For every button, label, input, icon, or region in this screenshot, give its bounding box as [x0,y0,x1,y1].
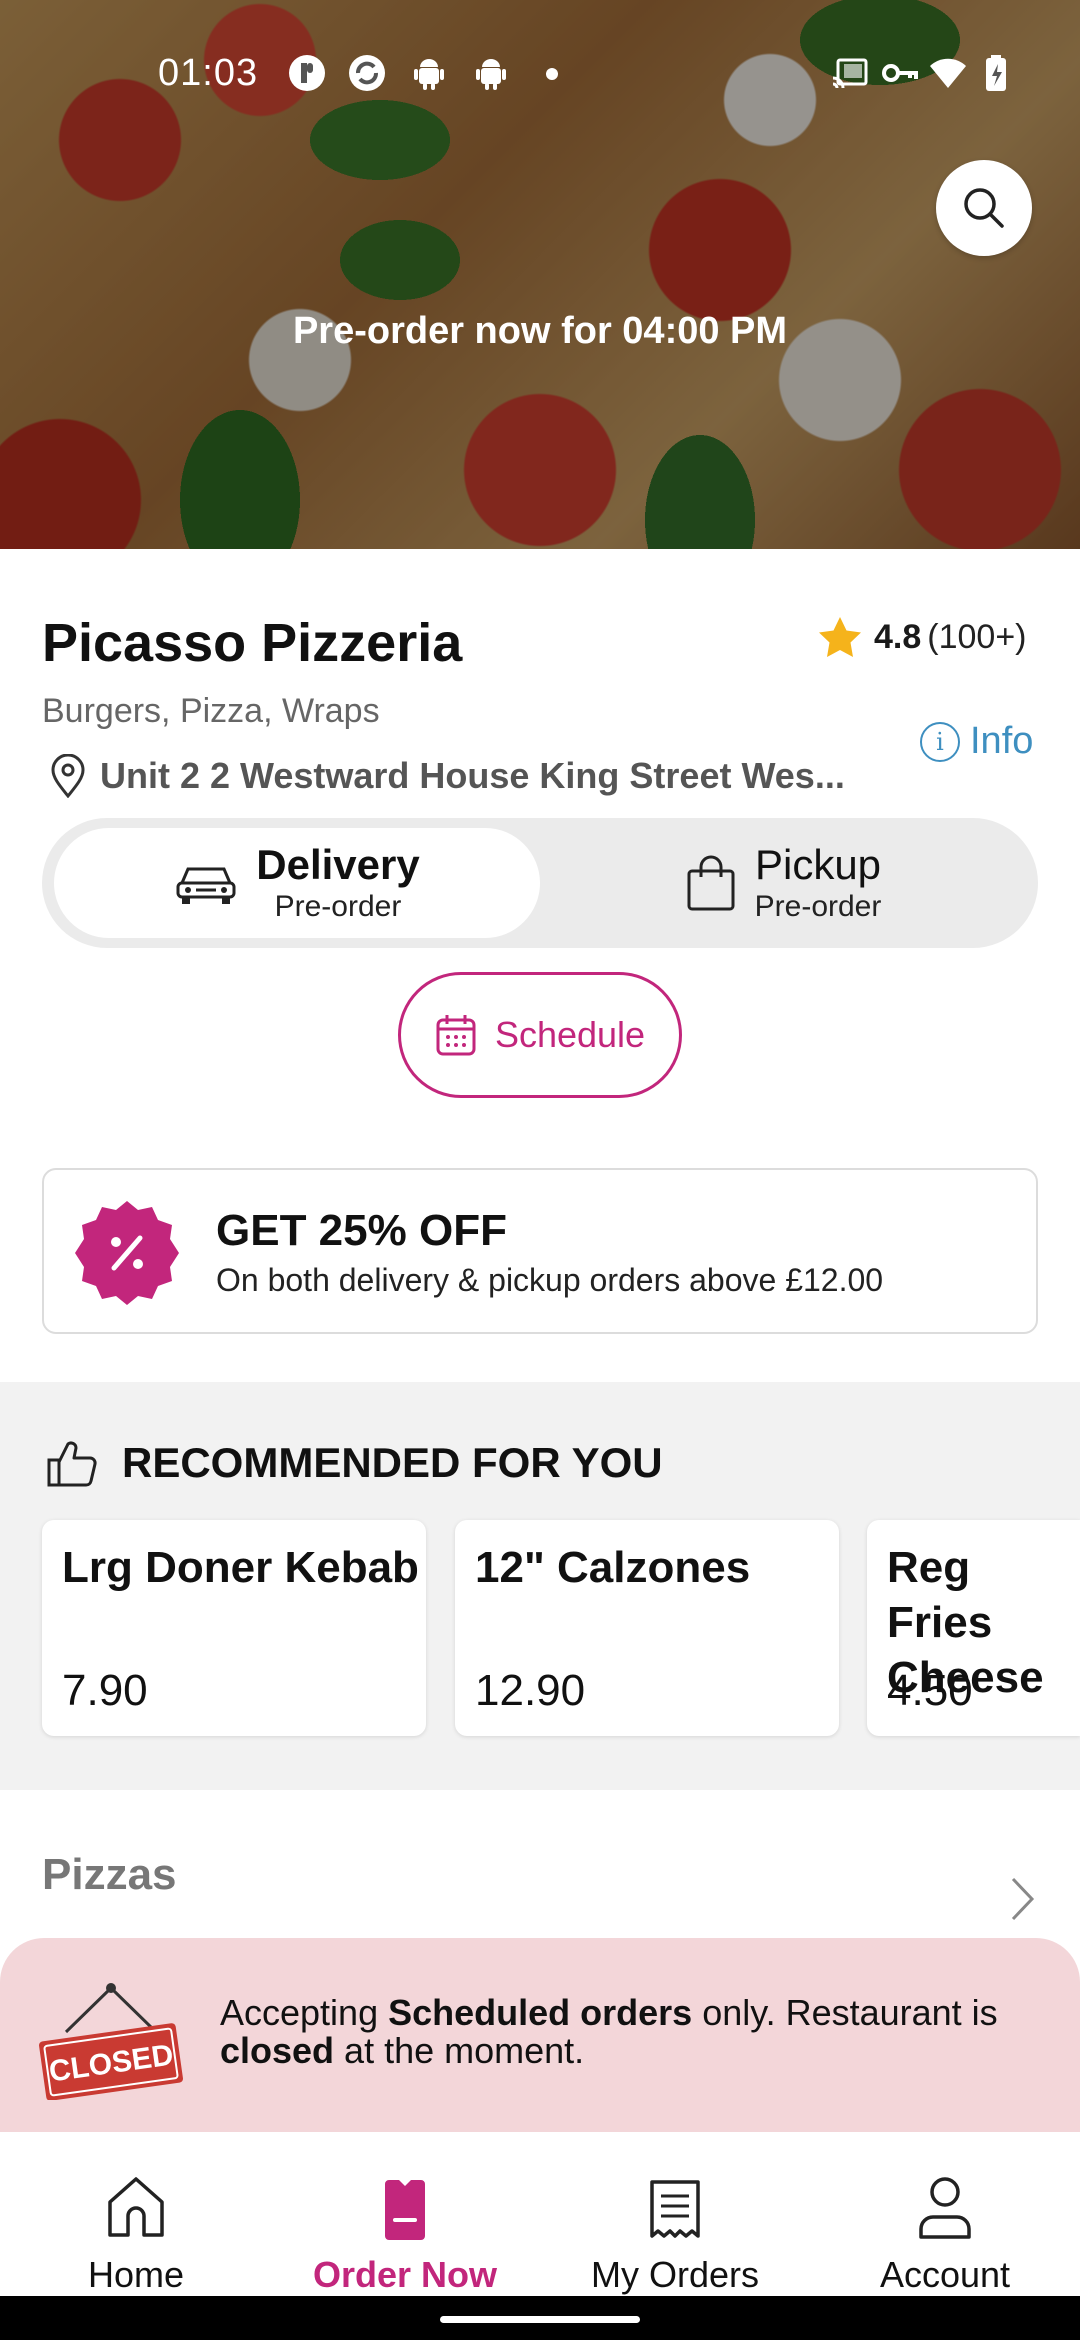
android-icon-2 [476,59,506,90]
chevron-right-icon[interactable] [1010,1876,1036,1922]
nav-order-now[interactable]: Order Now [270,2168,540,2296]
car-icon [176,867,236,904]
closed-sign-icon: CLOSED [39,1983,183,2100]
more-notifications-dot [546,68,558,80]
person-icon [919,2177,971,2239]
vpn-key-icon [882,64,918,82]
hero-image: 01:03 Pre-order now for 04:00 PM [0,0,1080,549]
cast-icon [832,58,868,89]
system-navigation-area [0,2296,1080,2340]
offer-title: GET 25% OFF [216,1206,507,1255]
bottom-navigation: Home Order Now My Orders Account [0,2132,1080,2296]
delivery-option[interactable]: Delivery Pre-order [54,828,540,938]
sync-notification-icon [349,55,385,91]
offer-subtitle: On both delivery & pickup orders above £… [216,1262,884,1298]
shopping-bag-icon [687,855,735,911]
closed-banner: CLOSED Accepting Scheduled orders only. … [0,1938,1080,2132]
info-button[interactable]: i Info [920,720,1033,763]
preorder-banner: Pre-order now for 04:00 PM [292,310,788,352]
pickup-label: Pickup [754,841,882,888]
recommended-item-price: 7.90 [62,1666,148,1715]
search-icon [964,188,1004,228]
nav-label: Account [879,2254,1011,2295]
recommended-title: RECOMMENDED FOR YOU [122,1439,663,1486]
nav-home[interactable]: Home [1,2168,271,2296]
rating-count: (100+) [927,617,1027,656]
rating-value: 4.8 [874,617,922,656]
battery-charging-icon [986,55,1006,91]
location-pin-icon [51,754,85,798]
nav-label: My Orders [590,2254,759,2295]
receipt-icon [650,2180,700,2238]
recommended-item-name: Lrg Doner Kebab [62,1543,419,1592]
nav-label: Home [87,2254,185,2295]
pickup-option[interactable]: Pickup Pre-order [540,828,1026,938]
android-icon [414,59,444,90]
order-mode-toggle: Delivery Pre-order Pickup Pre-order [42,818,1038,948]
status-bar: 01:03 [0,40,1080,110]
address-text: Unit 2 2 Westward House King Street Wes.… [100,755,845,796]
recommended-section: RECOMMENDED FOR YOU Lrg Doner Kebab 7.90… [0,1382,1080,1790]
recommended-card[interactable]: Lrg Doner Kebab 7.90 [42,1520,426,1736]
recommended-header: RECOMMENDED FOR YOU [46,1438,663,1488]
nav-label: Order Now [312,2254,498,2295]
app-notification-icon [289,55,325,91]
nav-my-orders[interactable]: My Orders [540,2168,810,2296]
offer-card[interactable]: GET 25% OFF On both delivery & pickup or… [42,1168,1038,1334]
restaurant-name: Picasso Pizzeria [42,613,463,673]
status-time: 01:03 [158,52,259,94]
schedule-label: Schedule [494,1014,646,1055]
home-icon [108,2177,164,2237]
delivery-label: Delivery [256,841,420,888]
closed-message: Accepting Scheduled orders only. Restaur… [220,1994,1040,2070]
star-icon [819,617,861,657]
rating: 4.8 (100+) [818,616,1027,658]
recommended-item-price: 12.90 [475,1666,586,1715]
info-icon: i [920,721,960,762]
closed-message-part: Accepting [220,1992,389,2033]
schedule-button[interactable]: Schedule [398,972,682,1098]
delivery-sub: Pre-order [274,890,402,923]
thumbs-up-icon [47,1441,97,1487]
address: Unit 2 2 Westward House King Street Wes.… [48,754,845,798]
order-now-icon [385,2180,425,2240]
closed-message-part: at the moment. [334,2030,585,2071]
discount-badge-icon [75,1201,179,1305]
info-label: Info [970,720,1034,762]
nav-account[interactable]: Account [810,2168,1080,2296]
home-gesture-bar[interactable] [440,2316,640,2323]
wifi-icon [930,58,966,88]
calendar-icon [436,1015,476,1056]
closed-message-bold: Scheduled orders [388,1992,693,2033]
recommended-item-price: 4.50 [887,1666,973,1715]
pickup-sub: Pre-order [754,890,882,923]
recommended-card[interactable]: Reg Fries Cheese 4.50 [867,1520,1080,1736]
cuisines: Burgers, Pizza, Wraps [42,692,380,730]
recommended-card[interactable]: 12" Calzones 12.90 [455,1520,839,1736]
search-button[interactable] [936,160,1032,256]
closed-message-bold: closed [220,2030,335,2071]
recommended-item-name: 12" Calzones [475,1543,751,1592]
closed-message-part: only. Restaurant is [692,1992,998,2033]
category-title[interactable]: Pizzas [42,1850,177,1900]
